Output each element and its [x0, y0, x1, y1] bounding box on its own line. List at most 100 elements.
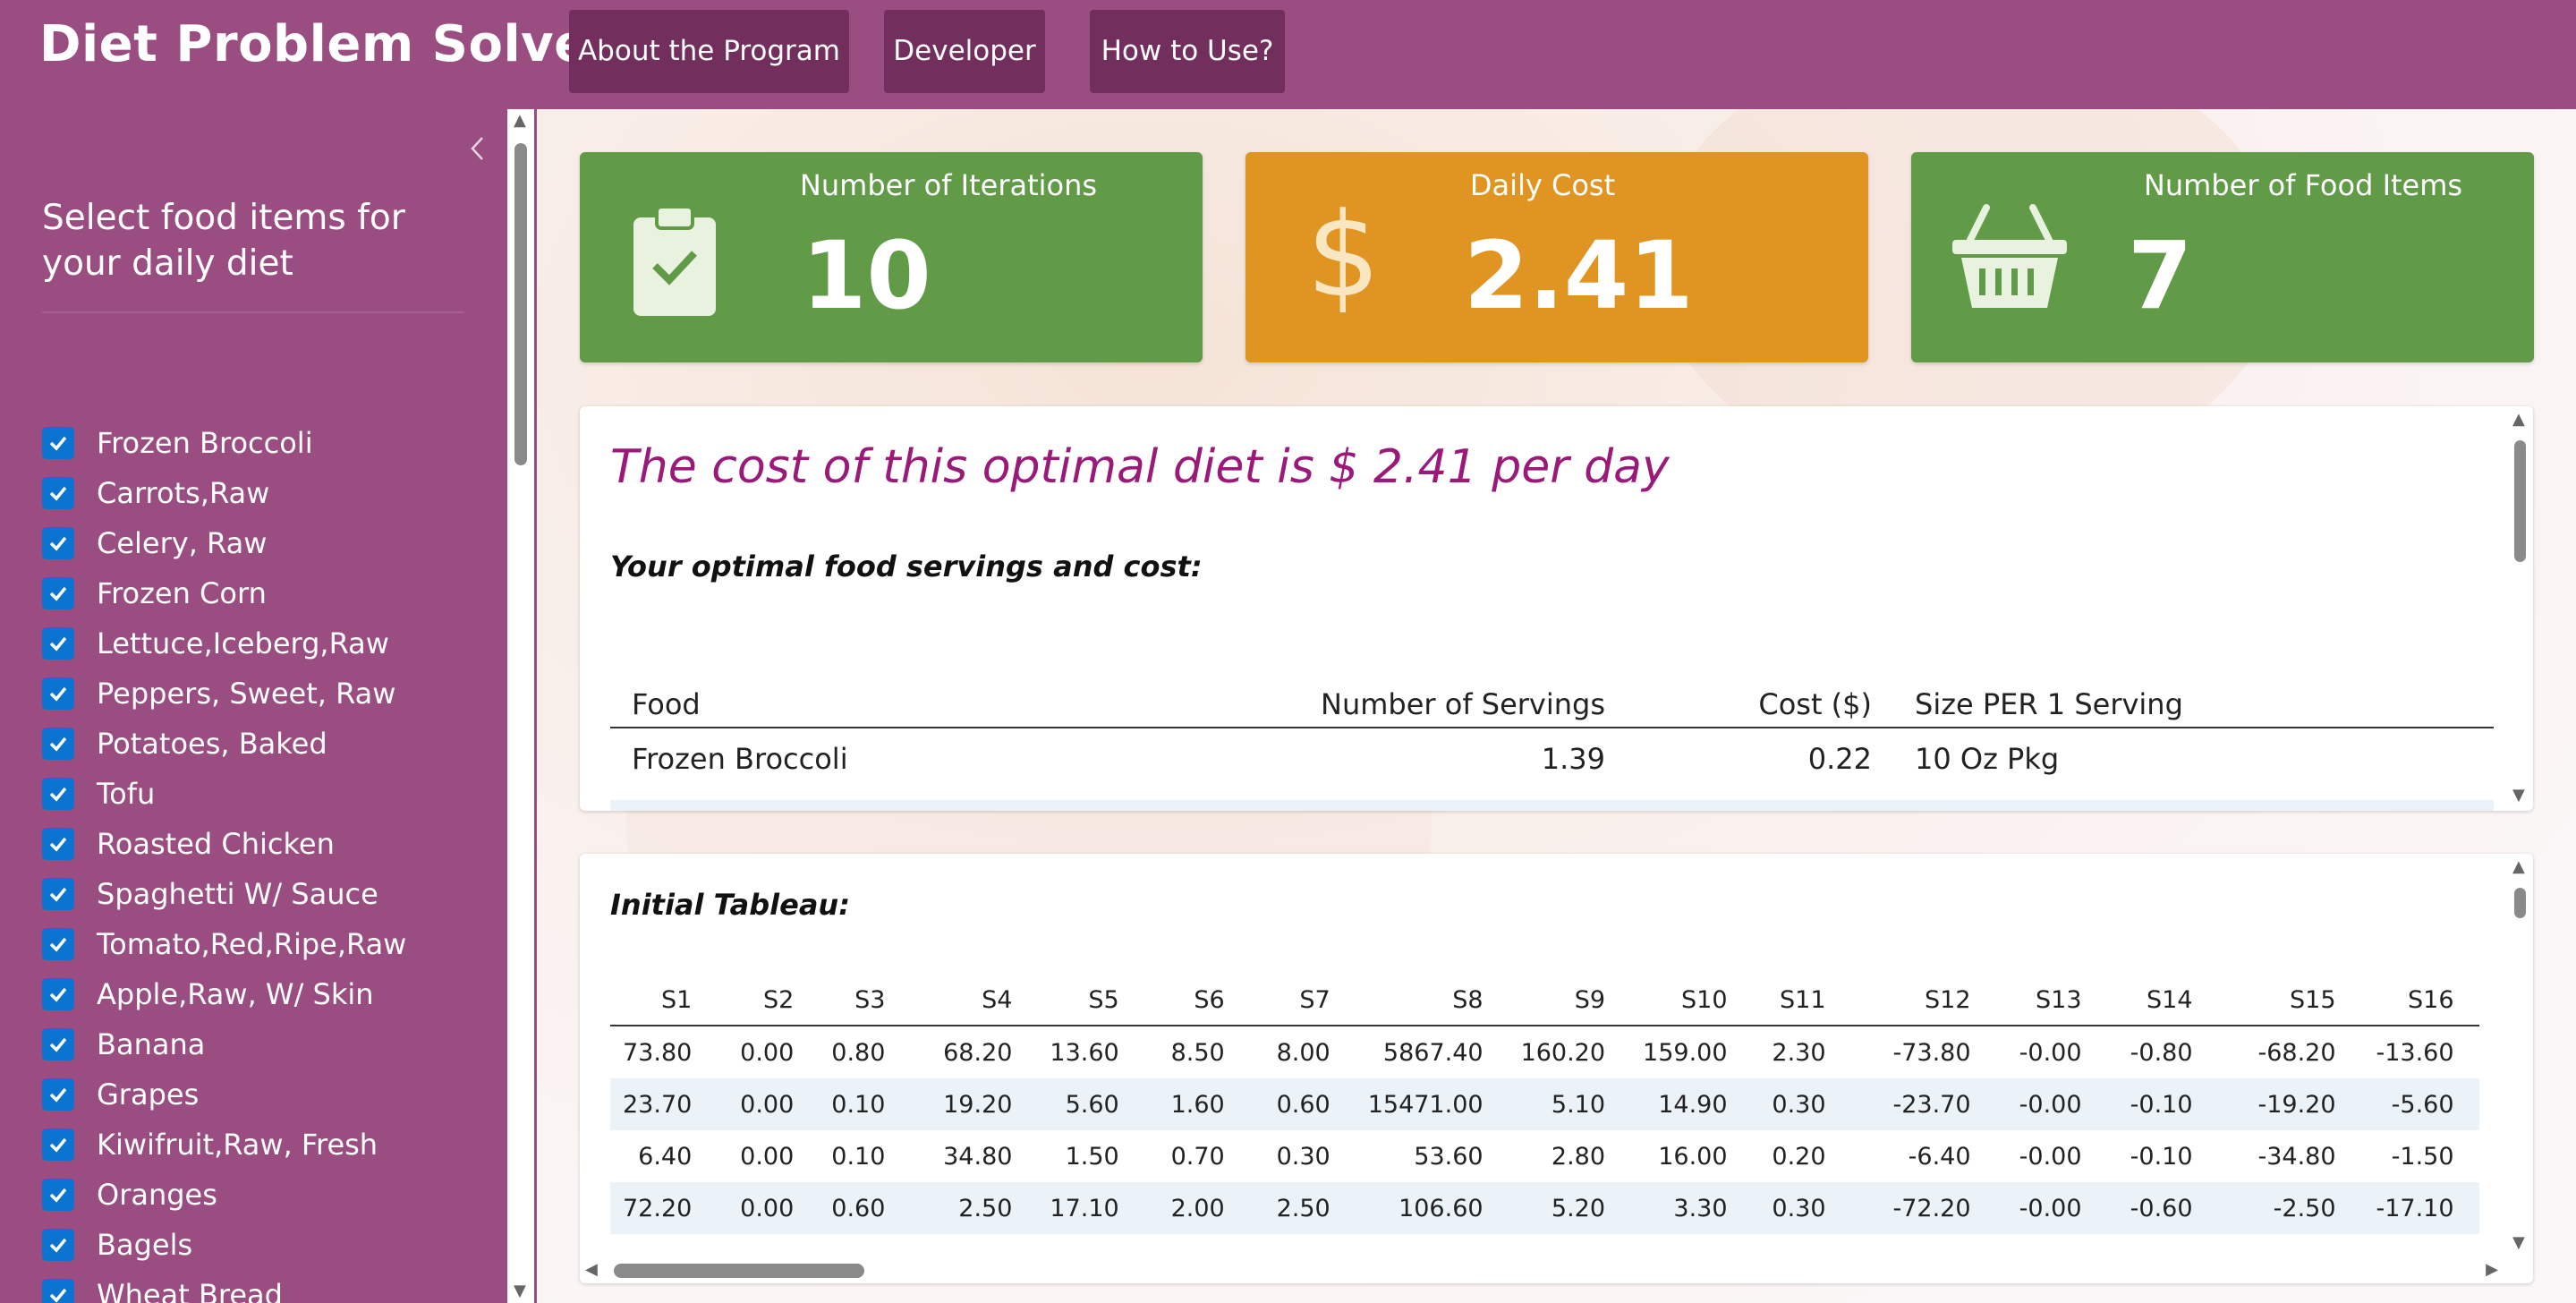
how-to-use-button[interactable]: How to Use? — [1090, 10, 1285, 93]
food-option[interactable]: Lettuce,Iceberg,Raw — [42, 618, 406, 669]
result-scrollbar-thumb[interactable] — [2514, 440, 2526, 562]
checkbox-checked-icon[interactable] — [42, 427, 74, 459]
table-cell: -0.00 — [2019, 1038, 2082, 1067]
scroll-down-arrow-icon[interactable]: ▼ — [2512, 1235, 2525, 1251]
food-option[interactable]: Oranges — [42, 1170, 406, 1220]
column-header[interactable]: S7 — [1249, 975, 1356, 1026]
column-header[interactable]: S14 — [2106, 975, 2218, 1026]
daily-cost-value-box: $ Daily Cost 2.41 — [1245, 152, 1868, 362]
food-option-label: Spaghetti W/ Sauce — [97, 877, 378, 911]
developer-button[interactable]: Developer — [884, 10, 1045, 93]
column-header[interactable]: S6 — [1143, 975, 1250, 1026]
scroll-up-arrow-icon[interactable]: ▲ — [514, 113, 526, 129]
table-cell: 16.00 — [1658, 1142, 1728, 1171]
checkbox-checked-icon[interactable] — [42, 577, 74, 609]
checkbox-checked-icon[interactable] — [42, 878, 74, 910]
food-option-label: Celery, Raw — [97, 526, 268, 560]
checkbox-checked-icon[interactable] — [42, 627, 74, 660]
column-header[interactable]: Number of Servings — [1226, 682, 1627, 728]
column-header[interactable]: Cost ($) — [1627, 682, 1893, 728]
table-cell: -13.60 — [2376, 1038, 2454, 1067]
tableau-horizontal-scrollbar[interactable]: ◀ ▶ — [580, 1256, 2504, 1283]
about-program-button[interactable]: About the Program — [569, 10, 849, 93]
column-header[interactable]: S3 — [819, 975, 911, 1026]
checkbox-checked-icon[interactable] — [42, 527, 74, 559]
checkbox-checked-icon[interactable] — [42, 1078, 74, 1111]
table-cell: -17.10 — [2360, 1182, 2479, 1234]
food-option-label: Carrots,Raw — [97, 476, 270, 510]
scroll-down-arrow-icon[interactable]: ▼ — [514, 1283, 526, 1299]
sidebar-divider — [42, 311, 464, 313]
column-header[interactable]: S1 — [610, 975, 718, 1026]
checkbox-checked-icon[interactable] — [42, 828, 74, 860]
column-header[interactable]: S11 — [1752, 975, 1851, 1026]
tableau-vertical-scrollbar-thumb[interactable] — [2514, 888, 2526, 918]
sidebar-scrollbar-thumb[interactable] — [514, 143, 527, 465]
column-header[interactable]: S12 — [1850, 975, 1996, 1026]
food-option[interactable]: Frozen Broccoli — [42, 418, 406, 468]
table-row: 72.20 0.00 0.60 2.50 17.10 2.00 2.50 106.60 5.20… — [610, 1182, 2479, 1234]
table-cell: 6.40 — [638, 1142, 693, 1171]
food-option[interactable]: Spaghetti W/ Sauce — [42, 869, 406, 919]
chevron-left-icon[interactable] — [463, 134, 492, 170]
checkbox-checked-icon[interactable] — [42, 978, 74, 1010]
checkbox-checked-icon[interactable] — [42, 728, 74, 760]
food-option[interactable]: Carrots,Raw — [42, 468, 406, 518]
food-option[interactable]: Grapes — [42, 1069, 406, 1120]
food-option[interactable]: Roasted Chicken — [42, 819, 406, 869]
food-option-label: Lettuce,Iceberg,Raw — [97, 626, 389, 660]
food-option[interactable]: Frozen Corn — [42, 568, 406, 618]
sidebar-scrollbar[interactable]: ▲ ▼ — [507, 109, 534, 1303]
column-header[interactable]: S10 — [1630, 975, 1753, 1026]
checkbox-checked-icon[interactable] — [42, 1028, 74, 1060]
checkbox-checked-icon[interactable] — [42, 778, 74, 810]
table-row: 23.70 0.00 0.10 19.20 5.60 1.60 0.60 15471.00 5.… — [610, 1078, 2479, 1130]
column-header[interactable]: Food — [610, 682, 1226, 728]
result-scrollbar[interactable]: ▲ ▼ — [2506, 406, 2533, 811]
header-bar: Diet Problem Solver About the Program De… — [0, 0, 2576, 109]
checkbox-checked-icon[interactable] — [42, 1128, 74, 1161]
column-header[interactable]: S16 — [2360, 975, 2479, 1026]
table-cell: 0.00 — [717, 1078, 820, 1130]
checkbox-checked-icon[interactable] — [42, 677, 74, 710]
table-cell: 68.20 — [943, 1038, 1013, 1067]
scroll-left-arrow-icon[interactable]: ◀ — [585, 1262, 598, 1278]
tableau-vertical-scrollbar[interactable]: ▲ ▼ — [2506, 854, 2533, 1256]
column-header[interactable]: S15 — [2217, 975, 2361, 1026]
food-option[interactable]: Peppers, Sweet, Raw — [42, 669, 406, 719]
food-option-label: Bagels — [97, 1228, 193, 1262]
food-option[interactable]: Apple,Raw, W/ Skin — [42, 969, 406, 1019]
column-header[interactable]: S2 — [717, 975, 820, 1026]
scroll-down-arrow-icon[interactable]: ▼ — [2512, 788, 2525, 804]
checkbox-checked-icon[interactable] — [42, 1279, 74, 1303]
scroll-up-arrow-icon[interactable]: ▲ — [2512, 412, 2525, 428]
food-option[interactable]: Kiwifruit,Raw, Fresh — [42, 1120, 406, 1170]
food-option[interactable]: Banana — [42, 1019, 406, 1069]
column-header[interactable]: Size PER 1 Serving — [1893, 682, 2494, 728]
table-cell: -2.50 — [2217, 1182, 2361, 1234]
column-header[interactable]: S5 — [1037, 975, 1144, 1026]
column-header[interactable]: S8 — [1355, 975, 1509, 1026]
food-option[interactable]: Bagels — [42, 1220, 406, 1270]
column-header[interactable]: S9 — [1508, 975, 1631, 1026]
food-option-label: Oranges — [97, 1178, 217, 1212]
table-cell: 0.20 — [1772, 1142, 1826, 1171]
scroll-right-arrow-icon[interactable]: ▶ — [2486, 1262, 2498, 1278]
tableau-horizontal-scrollbar-thumb[interactable] — [614, 1264, 864, 1278]
food-option[interactable]: Tomato,Red,Ripe,Raw — [42, 919, 406, 969]
table-cell: 3.30 — [1630, 1182, 1753, 1234]
checkbox-checked-icon[interactable] — [42, 1229, 74, 1261]
column-header[interactable]: S13 — [1995, 975, 2107, 1026]
food-option[interactable]: Tofu — [42, 769, 406, 819]
table-cell: 2.00 — [1143, 1182, 1250, 1234]
column-header[interactable]: S4 — [910, 975, 1038, 1026]
table-cell: 2.30 — [1772, 1038, 1826, 1067]
tableau-table: S1 S2 S3 S4 S5 S6 S7 S8 S9 S10 S11 S12 S… — [610, 975, 2479, 1234]
food-option[interactable]: Celery, Raw — [42, 518, 406, 568]
checkbox-checked-icon[interactable] — [42, 928, 74, 960]
food-option[interactable]: Potatoes, Baked — [42, 719, 406, 769]
checkbox-checked-icon[interactable] — [42, 477, 74, 509]
food-option[interactable]: Wheat Bread — [42, 1270, 406, 1303]
checkbox-checked-icon[interactable] — [42, 1179, 74, 1211]
scroll-up-arrow-icon[interactable]: ▲ — [2512, 859, 2525, 875]
